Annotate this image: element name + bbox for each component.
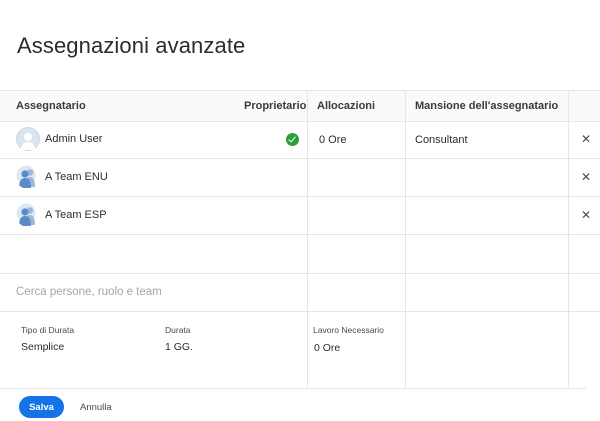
- dialog-title: Assegnazioni avanzate: [17, 33, 246, 58]
- assignee-name: Admin User: [45, 133, 103, 145]
- owner-check-icon[interactable]: [286, 133, 299, 146]
- user-avatar: [16, 127, 40, 151]
- divider: [0, 158, 600, 159]
- divider: [0, 311, 600, 312]
- duration-type-select[interactable]: Semplice: [21, 341, 64, 353]
- column-header-owner: Proprietario: [244, 100, 307, 112]
- team-icon: [16, 203, 36, 226]
- cancel-button[interactable]: Annulla: [80, 402, 112, 413]
- column-divider: [405, 90, 406, 388]
- duration-field[interactable]: 1 GG.: [165, 341, 193, 353]
- duration-label: Durata: [165, 325, 191, 335]
- work-required-field[interactable]: 0 Ore: [314, 342, 340, 354]
- allocation-value[interactable]: 0 Ore: [319, 134, 347, 146]
- work-required-label: Lavoro Necessario: [313, 325, 384, 335]
- divider: [0, 234, 600, 235]
- divider: [0, 273, 600, 274]
- role-value[interactable]: Consultant: [415, 134, 468, 146]
- assignee-name: A Team ESP: [45, 209, 107, 221]
- divider: [0, 121, 600, 122]
- divider: [0, 90, 600, 91]
- save-button[interactable]: Salva: [19, 396, 64, 418]
- search-input[interactable]: [16, 286, 296, 298]
- remove-assignee-close-icon[interactable]: ✕: [581, 133, 591, 145]
- column-divider: [568, 90, 569, 388]
- column-header-assignee: Assegnatario: [16, 100, 86, 112]
- duration-type-label: Tipo di Durata: [21, 325, 75, 335]
- divider: [0, 196, 600, 197]
- remove-assignee-close-icon[interactable]: ✕: [581, 171, 591, 183]
- column-divider: [307, 90, 308, 388]
- column-header-allocations: Allocazioni: [317, 100, 376, 112]
- assignee-name: A Team ENU: [45, 171, 108, 183]
- team-icon: [16, 165, 36, 188]
- divider: [0, 388, 586, 389]
- column-header-role: Mansione dell'assegnatario: [415, 100, 559, 112]
- remove-assignee-close-icon[interactable]: ✕: [581, 209, 591, 221]
